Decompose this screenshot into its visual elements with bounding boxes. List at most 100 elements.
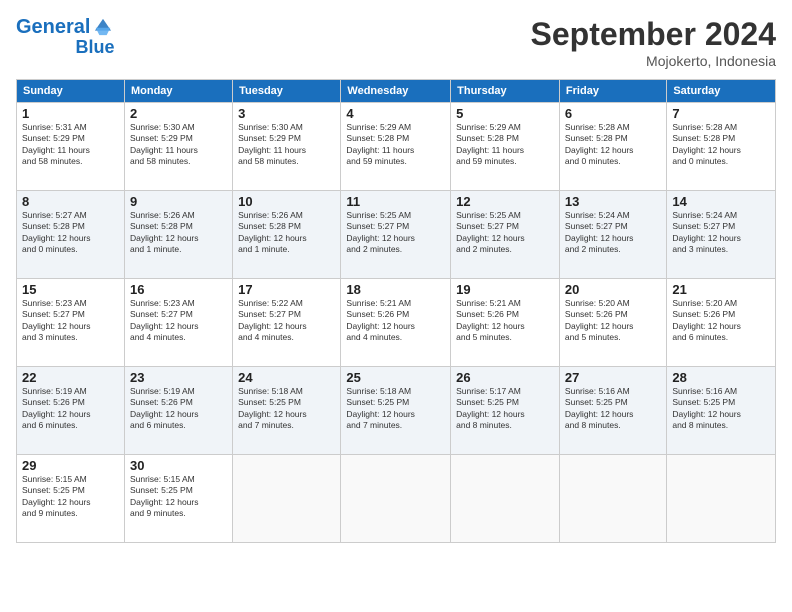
calendar-cell: 22Sunrise: 5:19 AM Sunset: 5:26 PM Dayli…: [17, 367, 125, 455]
calendar-cell: 21Sunrise: 5:20 AM Sunset: 5:26 PM Dayli…: [667, 279, 776, 367]
weekday-header: Saturday: [667, 80, 776, 103]
day-number: 6: [565, 106, 661, 121]
calendar-cell: 15Sunrise: 5:23 AM Sunset: 5:27 PM Dayli…: [17, 279, 125, 367]
calendar-cell: 7Sunrise: 5:28 AM Sunset: 5:28 PM Daylig…: [667, 103, 776, 191]
weekday-header: Thursday: [451, 80, 560, 103]
calendar-cell: 14Sunrise: 5:24 AM Sunset: 5:27 PM Dayli…: [667, 191, 776, 279]
day-number: 12: [456, 194, 554, 209]
calendar-cell: 25Sunrise: 5:18 AM Sunset: 5:25 PM Dayli…: [341, 367, 451, 455]
calendar-cell: 16Sunrise: 5:23 AM Sunset: 5:27 PM Dayli…: [124, 279, 232, 367]
calendar-week-row: 8Sunrise: 5:27 AM Sunset: 5:28 PM Daylig…: [17, 191, 776, 279]
day-number: 28: [672, 370, 770, 385]
day-info: Sunrise: 5:17 AM Sunset: 5:25 PM Dayligh…: [456, 386, 554, 432]
day-info: Sunrise: 5:24 AM Sunset: 5:27 PM Dayligh…: [672, 210, 770, 256]
day-info: Sunrise: 5:18 AM Sunset: 5:25 PM Dayligh…: [346, 386, 445, 432]
day-info: Sunrise: 5:28 AM Sunset: 5:28 PM Dayligh…: [672, 122, 770, 168]
day-info: Sunrise: 5:26 AM Sunset: 5:28 PM Dayligh…: [130, 210, 227, 256]
calendar-table: SundayMondayTuesdayWednesdayThursdayFrid…: [16, 79, 776, 543]
day-number: 1: [22, 106, 119, 121]
weekday-header: Sunday: [17, 80, 125, 103]
logo-blue-text: Blue: [75, 38, 114, 58]
day-number: 5: [456, 106, 554, 121]
calendar-cell: 8Sunrise: 5:27 AM Sunset: 5:28 PM Daylig…: [17, 191, 125, 279]
day-info: Sunrise: 5:20 AM Sunset: 5:26 PM Dayligh…: [565, 298, 661, 344]
weekday-header: Tuesday: [233, 80, 341, 103]
weekday-header: Monday: [124, 80, 232, 103]
location: Mojokerto, Indonesia: [531, 53, 776, 69]
day-info: Sunrise: 5:15 AM Sunset: 5:25 PM Dayligh…: [22, 474, 119, 520]
day-number: 9: [130, 194, 227, 209]
calendar-cell: [233, 455, 341, 543]
logo-icon: [92, 16, 114, 38]
day-number: 29: [22, 458, 119, 473]
day-number: 27: [565, 370, 661, 385]
day-number: 24: [238, 370, 335, 385]
day-number: 8: [22, 194, 119, 209]
calendar-cell: 3Sunrise: 5:30 AM Sunset: 5:29 PM Daylig…: [233, 103, 341, 191]
calendar-cell: 12Sunrise: 5:25 AM Sunset: 5:27 PM Dayli…: [451, 191, 560, 279]
day-info: Sunrise: 5:26 AM Sunset: 5:28 PM Dayligh…: [238, 210, 335, 256]
day-number: 16: [130, 282, 227, 297]
day-info: Sunrise: 5:21 AM Sunset: 5:26 PM Dayligh…: [456, 298, 554, 344]
calendar-cell: 17Sunrise: 5:22 AM Sunset: 5:27 PM Dayli…: [233, 279, 341, 367]
day-number: 3: [238, 106, 335, 121]
day-info: Sunrise: 5:22 AM Sunset: 5:27 PM Dayligh…: [238, 298, 335, 344]
calendar-cell: 4Sunrise: 5:29 AM Sunset: 5:28 PM Daylig…: [341, 103, 451, 191]
day-info: Sunrise: 5:31 AM Sunset: 5:29 PM Dayligh…: [22, 122, 119, 168]
calendar-week-row: 29Sunrise: 5:15 AM Sunset: 5:25 PM Dayli…: [17, 455, 776, 543]
day-info: Sunrise: 5:30 AM Sunset: 5:29 PM Dayligh…: [238, 122, 335, 168]
day-info: Sunrise: 5:24 AM Sunset: 5:27 PM Dayligh…: [565, 210, 661, 256]
day-info: Sunrise: 5:29 AM Sunset: 5:28 PM Dayligh…: [456, 122, 554, 168]
calendar-cell: 26Sunrise: 5:17 AM Sunset: 5:25 PM Dayli…: [451, 367, 560, 455]
day-info: Sunrise: 5:18 AM Sunset: 5:25 PM Dayligh…: [238, 386, 335, 432]
day-number: 17: [238, 282, 335, 297]
calendar-cell: [667, 455, 776, 543]
calendar-cell: 20Sunrise: 5:20 AM Sunset: 5:26 PM Dayli…: [559, 279, 666, 367]
page-container: General Blue September 2024 Mojokerto, I…: [0, 0, 792, 612]
day-info: Sunrise: 5:25 AM Sunset: 5:27 PM Dayligh…: [456, 210, 554, 256]
calendar-cell: 6Sunrise: 5:28 AM Sunset: 5:28 PM Daylig…: [559, 103, 666, 191]
calendar-cell: 5Sunrise: 5:29 AM Sunset: 5:28 PM Daylig…: [451, 103, 560, 191]
calendar-cell: [341, 455, 451, 543]
calendar-cell: 1Sunrise: 5:31 AM Sunset: 5:29 PM Daylig…: [17, 103, 125, 191]
calendar-cell: 29Sunrise: 5:15 AM Sunset: 5:25 PM Dayli…: [17, 455, 125, 543]
calendar-cell: 2Sunrise: 5:30 AM Sunset: 5:29 PM Daylig…: [124, 103, 232, 191]
calendar-cell: [559, 455, 666, 543]
calendar-cell: 30Sunrise: 5:15 AM Sunset: 5:25 PM Dayli…: [124, 455, 232, 543]
calendar-week-row: 15Sunrise: 5:23 AM Sunset: 5:27 PM Dayli…: [17, 279, 776, 367]
day-info: Sunrise: 5:16 AM Sunset: 5:25 PM Dayligh…: [672, 386, 770, 432]
day-number: 23: [130, 370, 227, 385]
day-info: Sunrise: 5:23 AM Sunset: 5:27 PM Dayligh…: [22, 298, 119, 344]
calendar-cell: [451, 455, 560, 543]
day-info: Sunrise: 5:27 AM Sunset: 5:28 PM Dayligh…: [22, 210, 119, 256]
header: General Blue September 2024 Mojokerto, I…: [16, 16, 776, 69]
calendar-week-row: 22Sunrise: 5:19 AM Sunset: 5:26 PM Dayli…: [17, 367, 776, 455]
calendar-cell: 19Sunrise: 5:21 AM Sunset: 5:26 PM Dayli…: [451, 279, 560, 367]
day-info: Sunrise: 5:23 AM Sunset: 5:27 PM Dayligh…: [130, 298, 227, 344]
day-info: Sunrise: 5:19 AM Sunset: 5:26 PM Dayligh…: [22, 386, 119, 432]
day-info: Sunrise: 5:29 AM Sunset: 5:28 PM Dayligh…: [346, 122, 445, 168]
day-number: 2: [130, 106, 227, 121]
day-number: 4: [346, 106, 445, 121]
day-info: Sunrise: 5:25 AM Sunset: 5:27 PM Dayligh…: [346, 210, 445, 256]
calendar-cell: 11Sunrise: 5:25 AM Sunset: 5:27 PM Dayli…: [341, 191, 451, 279]
day-info: Sunrise: 5:16 AM Sunset: 5:25 PM Dayligh…: [565, 386, 661, 432]
month-title: September 2024: [531, 16, 776, 53]
day-number: 13: [565, 194, 661, 209]
weekday-header: Wednesday: [341, 80, 451, 103]
calendar-cell: 23Sunrise: 5:19 AM Sunset: 5:26 PM Dayli…: [124, 367, 232, 455]
day-info: Sunrise: 5:20 AM Sunset: 5:26 PM Dayligh…: [672, 298, 770, 344]
day-info: Sunrise: 5:19 AM Sunset: 5:26 PM Dayligh…: [130, 386, 227, 432]
logo-text: General: [16, 16, 90, 38]
day-number: 21: [672, 282, 770, 297]
day-info: Sunrise: 5:15 AM Sunset: 5:25 PM Dayligh…: [130, 474, 227, 520]
day-number: 14: [672, 194, 770, 209]
day-info: Sunrise: 5:21 AM Sunset: 5:26 PM Dayligh…: [346, 298, 445, 344]
day-number: 20: [565, 282, 661, 297]
calendar-cell: 24Sunrise: 5:18 AM Sunset: 5:25 PM Dayli…: [233, 367, 341, 455]
day-number: 26: [456, 370, 554, 385]
day-number: 10: [238, 194, 335, 209]
day-number: 25: [346, 370, 445, 385]
day-number: 19: [456, 282, 554, 297]
calendar-cell: 27Sunrise: 5:16 AM Sunset: 5:25 PM Dayli…: [559, 367, 666, 455]
